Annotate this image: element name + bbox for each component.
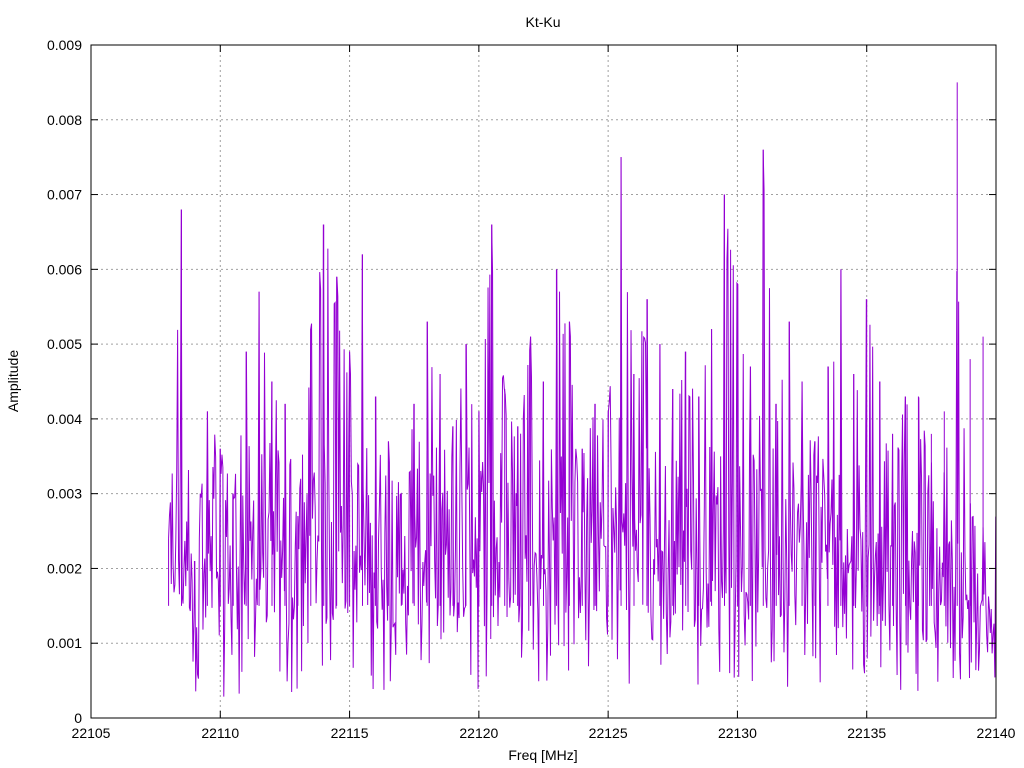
y-tick-label: 0.005 bbox=[47, 336, 82, 352]
x-tick-label: 22105 bbox=[72, 725, 111, 741]
y-tick-label: 0.002 bbox=[47, 560, 82, 576]
y-tick-label: 0.008 bbox=[47, 112, 82, 128]
y-tick-label: 0 bbox=[74, 710, 82, 726]
y-tick-label: 0.009 bbox=[47, 37, 82, 53]
x-axis-label: Freq [MHz] bbox=[508, 747, 577, 763]
x-tick-label: 22140 bbox=[977, 725, 1016, 741]
y-tick-label: 0.001 bbox=[47, 635, 82, 651]
x-tick-label: 22120 bbox=[459, 725, 498, 741]
x-tick-label: 22135 bbox=[847, 725, 886, 741]
series-kt-ku bbox=[168, 82, 997, 697]
x-tick-labels: 22105 22110 22115 22120 22125 22130 22135 22140 bbox=[72, 725, 1016, 741]
y-tick-label: 0.006 bbox=[47, 261, 82, 277]
chart: 22105 22110 22115 22120 22125 22130 22135 22140… bbox=[5, 14, 1016, 763]
y-axis-label: Amplitude bbox=[5, 350, 21, 412]
x-tick-label: 22110 bbox=[201, 725, 239, 741]
x-tick-label: 22115 bbox=[331, 725, 369, 741]
x-tick-label: 22130 bbox=[718, 725, 757, 741]
series-line bbox=[168, 149, 997, 697]
y-tick-label: 0.003 bbox=[47, 486, 82, 502]
x-tick-label: 22125 bbox=[589, 725, 628, 741]
y-tick-label: 0.004 bbox=[47, 411, 82, 427]
y-tick-labels: 0 0.001 0.002 0.003 0.004 0.005 0.006 0.007 0.00… bbox=[47, 37, 82, 726]
y-tick-label: 0.007 bbox=[47, 187, 82, 203]
chart-title: Kt-Ku bbox=[525, 14, 560, 30]
